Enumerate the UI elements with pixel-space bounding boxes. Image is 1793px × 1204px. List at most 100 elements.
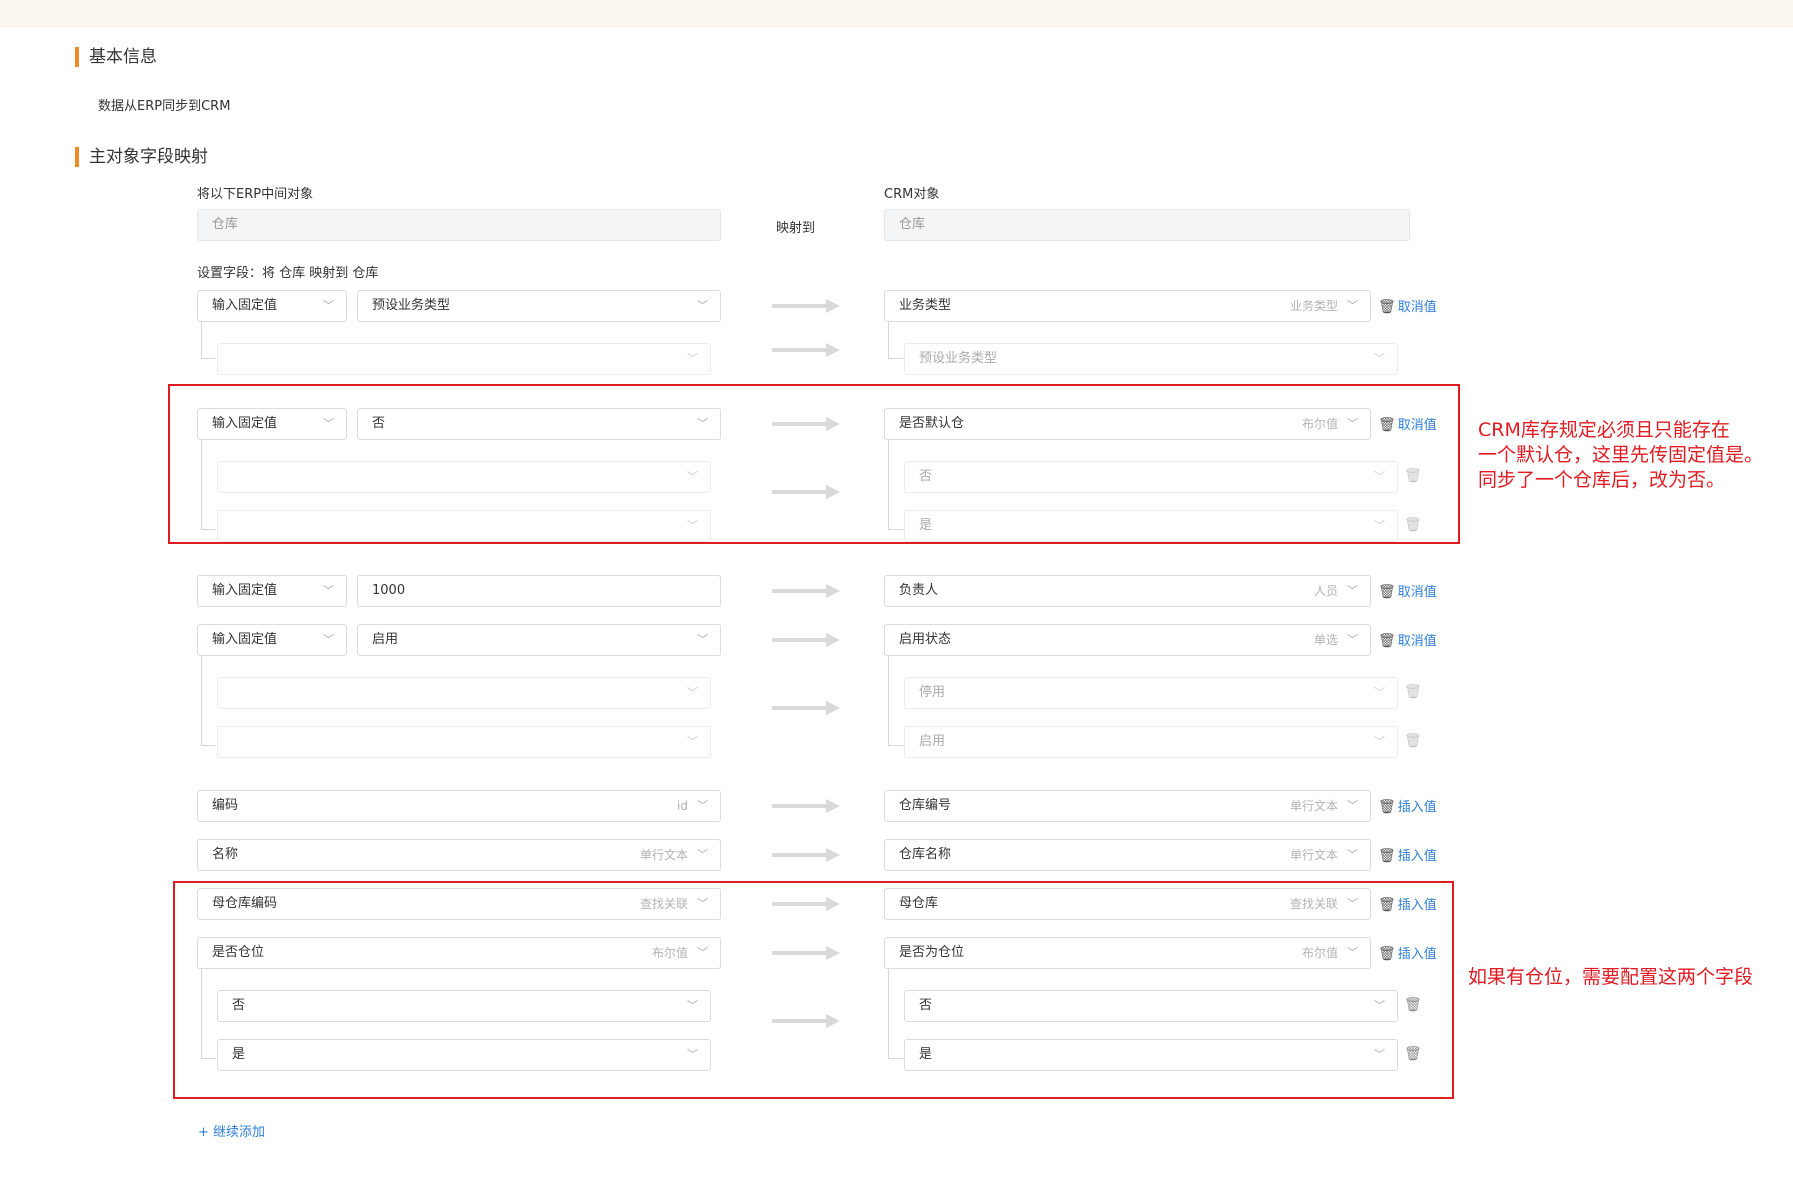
src-value: 预设业务类型 [372,298,451,313]
cancel-value-button-r2[interactable]: 🗑 取消值 [1378,417,1437,434]
tree-connector [201,656,216,746]
sub-dst-select-r1[interactable]: 预设业务类型 ﹀ [904,343,1398,375]
cancel-value-button-r3[interactable]: 🗑 取消值 [1378,584,1437,601]
sub-src-select-r2-2[interactable]: ﹀ [217,510,711,542]
arrow-right-icon [772,701,842,715]
tree-connector [201,322,216,359]
trash-icon: 🗑 [1378,897,1396,913]
src-value-input-r3[interactable]: 1000 [357,575,721,607]
sub-src-select-r1[interactable]: ﹀ [217,343,711,375]
chevron-down-icon: ﹀ [687,470,698,483]
trash-icon[interactable]: 🗑 [1404,1046,1422,1062]
action-label: 取消值 [1397,585,1437,600]
src-field-select-r8[interactable]: 是否仓位 布尔值 ﹀ [197,937,721,969]
dst-field-select-r4[interactable]: 启用状态 单选 ﹀ [884,624,1371,656]
src-type-value: 输入固定值 [212,583,278,598]
trash-icon[interactable]: 🗑 [1404,684,1422,700]
sub-dst-select-r8-2[interactable]: 是 ﹀ [904,1039,1398,1071]
cancel-value-button-r1[interactable]: 🗑 取消值 [1378,299,1437,316]
dst-field-type-hint: 单行文本 [1289,799,1338,813]
action-label: 插入值 [1397,898,1437,913]
sub-src-select-r8-1[interactable]: 否 ﹀ [217,990,711,1022]
chevron-down-icon: ﹀ [1347,584,1358,597]
sub-dst-select-r4-2[interactable]: 启用 ﹀ [904,726,1398,758]
sub-dst-value: 预设业务类型 [919,351,998,366]
chevron-down-icon: ﹀ [1374,352,1385,365]
src-type-select-r1[interactable]: 输入固定值 ﹀ [197,290,347,322]
chevron-down-icon: ﹀ [1374,686,1385,699]
trash-icon: 🗑 [1378,946,1396,962]
src-value: 否 [372,416,386,431]
src-value-select-r4[interactable]: 启用 ﹀ [357,624,721,656]
sub-dst-select-r8-1[interactable]: 否 ﹀ [904,990,1398,1022]
src-field-select-r5[interactable]: 编码 id ﹀ [197,790,721,822]
insert-value-button-r7[interactable]: 🗑 插入值 [1378,897,1437,914]
sub-dst-select-r4-1[interactable]: 停用 ﹀ [904,677,1398,709]
trash-icon: 🗑 [1378,299,1396,315]
dst-field-select-r7[interactable]: 母仓库 查找关联 ﹀ [884,888,1371,920]
chevron-down-icon: ﹀ [697,897,708,910]
src-value-select-r2[interactable]: 否 ﹀ [357,408,721,440]
arrow-right-icon [772,1014,842,1028]
arrow-right-icon [772,799,842,813]
chevron-down-icon: ﹀ [697,799,708,812]
trash-icon[interactable]: 🗑 [1404,468,1422,484]
arrow-right-icon [772,897,842,911]
top-bar [0,0,1793,27]
sub-src-select-r8-2[interactable]: 是 ﹀ [217,1039,711,1071]
src-field-type-hint: 单行文本 [639,848,688,862]
sub-dst-select-r2-2[interactable]: 是 ﹀ [904,510,1398,542]
sub-dst-value: 是 [919,1047,933,1062]
src-field-value: 母仓库编码 [212,896,278,911]
chevron-down-icon: ﹀ [1347,799,1358,812]
sub-src-select-r4-1[interactable]: ﹀ [217,677,711,709]
sub-src-select-r4-2[interactable]: ﹀ [217,726,711,758]
src-type-select-r3[interactable]: 输入固定值 ﹀ [197,575,347,607]
src-value: 启用 [372,632,399,647]
dst-field-type-hint: 查找关联 [1289,897,1338,911]
insert-value-button-r5[interactable]: 🗑 插入值 [1378,799,1437,816]
dst-field-select-r5[interactable]: 仓库编号 单行文本 ﹀ [884,790,1371,822]
trash-icon[interactable]: 🗑 [1404,997,1422,1013]
trash-icon[interactable]: 🗑 [1404,733,1422,749]
insert-value-button-r8[interactable]: 🗑 插入值 [1378,946,1437,963]
sub-dst-value: 否 [919,998,933,1013]
src-field-select-r6[interactable]: 名称 单行文本 ﹀ [197,839,721,871]
dst-field-value: 业务类型 [899,298,952,313]
action-label: 取消值 [1397,634,1437,649]
trash-icon: 🗑 [1378,417,1396,433]
arrow-right-icon [772,584,842,598]
sub-src-select-r2-1[interactable]: ﹀ [217,461,711,493]
chevron-down-icon: ﹀ [1347,633,1358,646]
chevron-down-icon: ﹀ [697,946,708,959]
src-type-select-r2[interactable]: 输入固定值 ﹀ [197,408,347,440]
chevron-down-icon: ﹀ [697,299,708,312]
add-more-button[interactable]: + 继续添加 [198,1121,265,1140]
sub-dst-value: 是 [919,518,933,533]
dst-field-select-r8[interactable]: 是否为仓位 布尔值 ﹀ [884,937,1371,969]
dst-field-value: 是否默认仓 [899,416,965,431]
dst-field-select-r6[interactable]: 仓库名称 单行文本 ﹀ [884,839,1371,871]
action-label: 取消值 [1397,418,1437,433]
chevron-down-icon: ﹀ [687,999,698,1012]
trash-icon[interactable]: 🗑 [1404,517,1422,533]
dst-field-select-r1[interactable]: 业务类型 业务类型 ﹀ [884,290,1371,322]
dst-field-select-r3[interactable]: 负责人 人员 ﹀ [884,575,1371,607]
chevron-down-icon: ﹀ [1347,299,1358,312]
src-value-select-r1[interactable]: 预设业务类型 ﹀ [357,290,721,322]
arrow-right-icon [772,848,842,862]
cancel-value-button-r4[interactable]: 🗑 取消值 [1378,633,1437,650]
action-label: 取消值 [1397,300,1437,315]
chevron-down-icon: ﹀ [1374,519,1385,532]
dst-field-select-r2[interactable]: 是否默认仓 布尔值 ﹀ [884,408,1371,440]
src-field-select-r7[interactable]: 母仓库编码 查找关联 ﹀ [197,888,721,920]
src-object-field: 仓库 [197,209,721,241]
insert-value-button-r6[interactable]: 🗑 插入值 [1378,848,1437,865]
sub-dst-value: 启用 [919,734,946,749]
dst-field-type-hint: 单行文本 [1289,848,1338,862]
sub-dst-select-r2-1[interactable]: 否 ﹀ [904,461,1398,493]
tree-connector [201,969,216,1059]
annotation-note-bin-location: 如果有仓位，需要配置这两个字段 [1468,966,1754,988]
src-field-type-hint: 布尔值 [651,946,688,960]
src-type-select-r4[interactable]: 输入固定值 ﹀ [197,624,347,656]
